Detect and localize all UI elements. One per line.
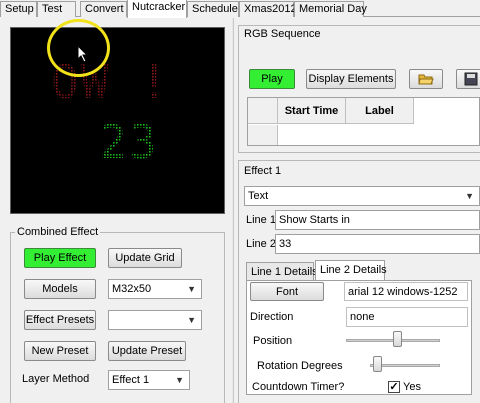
line1-label: Line 1 [246, 214, 276, 226]
direction-label: Direction [250, 311, 294, 323]
effect-presets-select[interactable]: ▼ [108, 310, 202, 330]
countdown-timer-label: Countdown Timer? [252, 381, 345, 393]
play-effect-button[interactable]: Play Effect [24, 248, 96, 268]
layer-method-label: Layer Method [22, 373, 90, 385]
effect-presets-button[interactable]: Effect Presets [24, 310, 96, 330]
effect-type-select[interactable]: Text ▼ [244, 186, 480, 206]
row-header [248, 125, 278, 145]
effect-type-value: Text [248, 190, 269, 202]
line2-input[interactable]: 33 [275, 234, 480, 254]
update-preset-button[interactable]: Update Preset [108, 341, 186, 361]
combined-effect-title: Combined Effect [15, 226, 101, 238]
countdown-checkbox[interactable]: ✓ [388, 381, 400, 393]
grid-corner-header [248, 98, 278, 124]
chevron-down-icon: ▼ [175, 375, 184, 385]
models-select-value: M32x50 [112, 283, 152, 295]
position-label: Position [253, 335, 293, 347]
layer-method-select[interactable]: Effect 1 ▼ [108, 370, 190, 390]
tab-line2-details[interactable]: Line 2 Details [315, 260, 387, 281]
rgb-sequence-title: RGB Sequence [244, 28, 321, 40]
play-sequence-button[interactable]: Play [249, 69, 295, 89]
tab-schedule[interactable]: Schedule [187, 1, 239, 17]
line2-label: Line 2 [246, 238, 276, 250]
open-folder-button[interactable] [409, 69, 443, 89]
rotation-slider-thumb[interactable] [373, 356, 383, 372]
main-tab-strip: Setup Test Convert Nutcracker Schedule X… [0, 0, 480, 18]
chevron-down-icon: ▼ [465, 191, 474, 201]
display-elements-button[interactable]: Display Elements [306, 69, 396, 89]
line1-input[interactable]: Show Starts in [275, 210, 480, 230]
countdown-yes-label: Yes [403, 381, 421, 393]
tab-memorial-day[interactable]: Memorial Day [294, 1, 367, 17]
tab-nutcracker[interactable]: Nutcracker [127, 0, 187, 18]
matrix-preview[interactable]: OW ! 23 [10, 27, 225, 214]
col-label-header[interactable]: Label [346, 98, 414, 124]
rotation-degrees-label: Rotation Degrees [257, 360, 343, 372]
col-start-time-header[interactable]: Start Time [278, 98, 346, 124]
mouse-pointer-icon [77, 45, 89, 63]
update-grid-button[interactable]: Update Grid [108, 248, 182, 268]
direction-select[interactable]: none [346, 307, 468, 327]
folder-open-icon [418, 74, 434, 85]
tab-line1-details[interactable]: Line 1 Details [246, 262, 318, 281]
tab-setup[interactable]: Setup [0, 1, 37, 17]
panel-splitter[interactable] [232, 18, 234, 403]
models-select[interactable]: M32x50 ▼ [108, 279, 202, 299]
position-slider-thumb[interactable] [392, 331, 402, 347]
models-button[interactable]: Models [24, 279, 96, 299]
font-value: arial 12 windows-1252 [344, 282, 468, 301]
tab-xmas2012[interactable]: Xmas2012 [239, 1, 297, 17]
chevron-down-icon: ▼ [187, 284, 196, 294]
tab-test[interactable]: Test [37, 1, 76, 17]
sequence-grid[interactable]: Start Time Label [247, 97, 480, 146]
save-button[interactable] [456, 69, 480, 89]
save-icon [464, 72, 478, 86]
preview-line2-text: 23 [99, 115, 158, 169]
font-button[interactable]: Font [250, 282, 324, 301]
effect1-title: Effect 1 [244, 165, 282, 177]
tab-convert[interactable]: Convert [80, 1, 127, 17]
new-preset-button[interactable]: New Preset [24, 341, 96, 361]
chevron-down-icon: ▼ [187, 315, 196, 325]
direction-value: none [350, 311, 375, 323]
layer-method-select-value: Effect 1 [112, 374, 150, 386]
